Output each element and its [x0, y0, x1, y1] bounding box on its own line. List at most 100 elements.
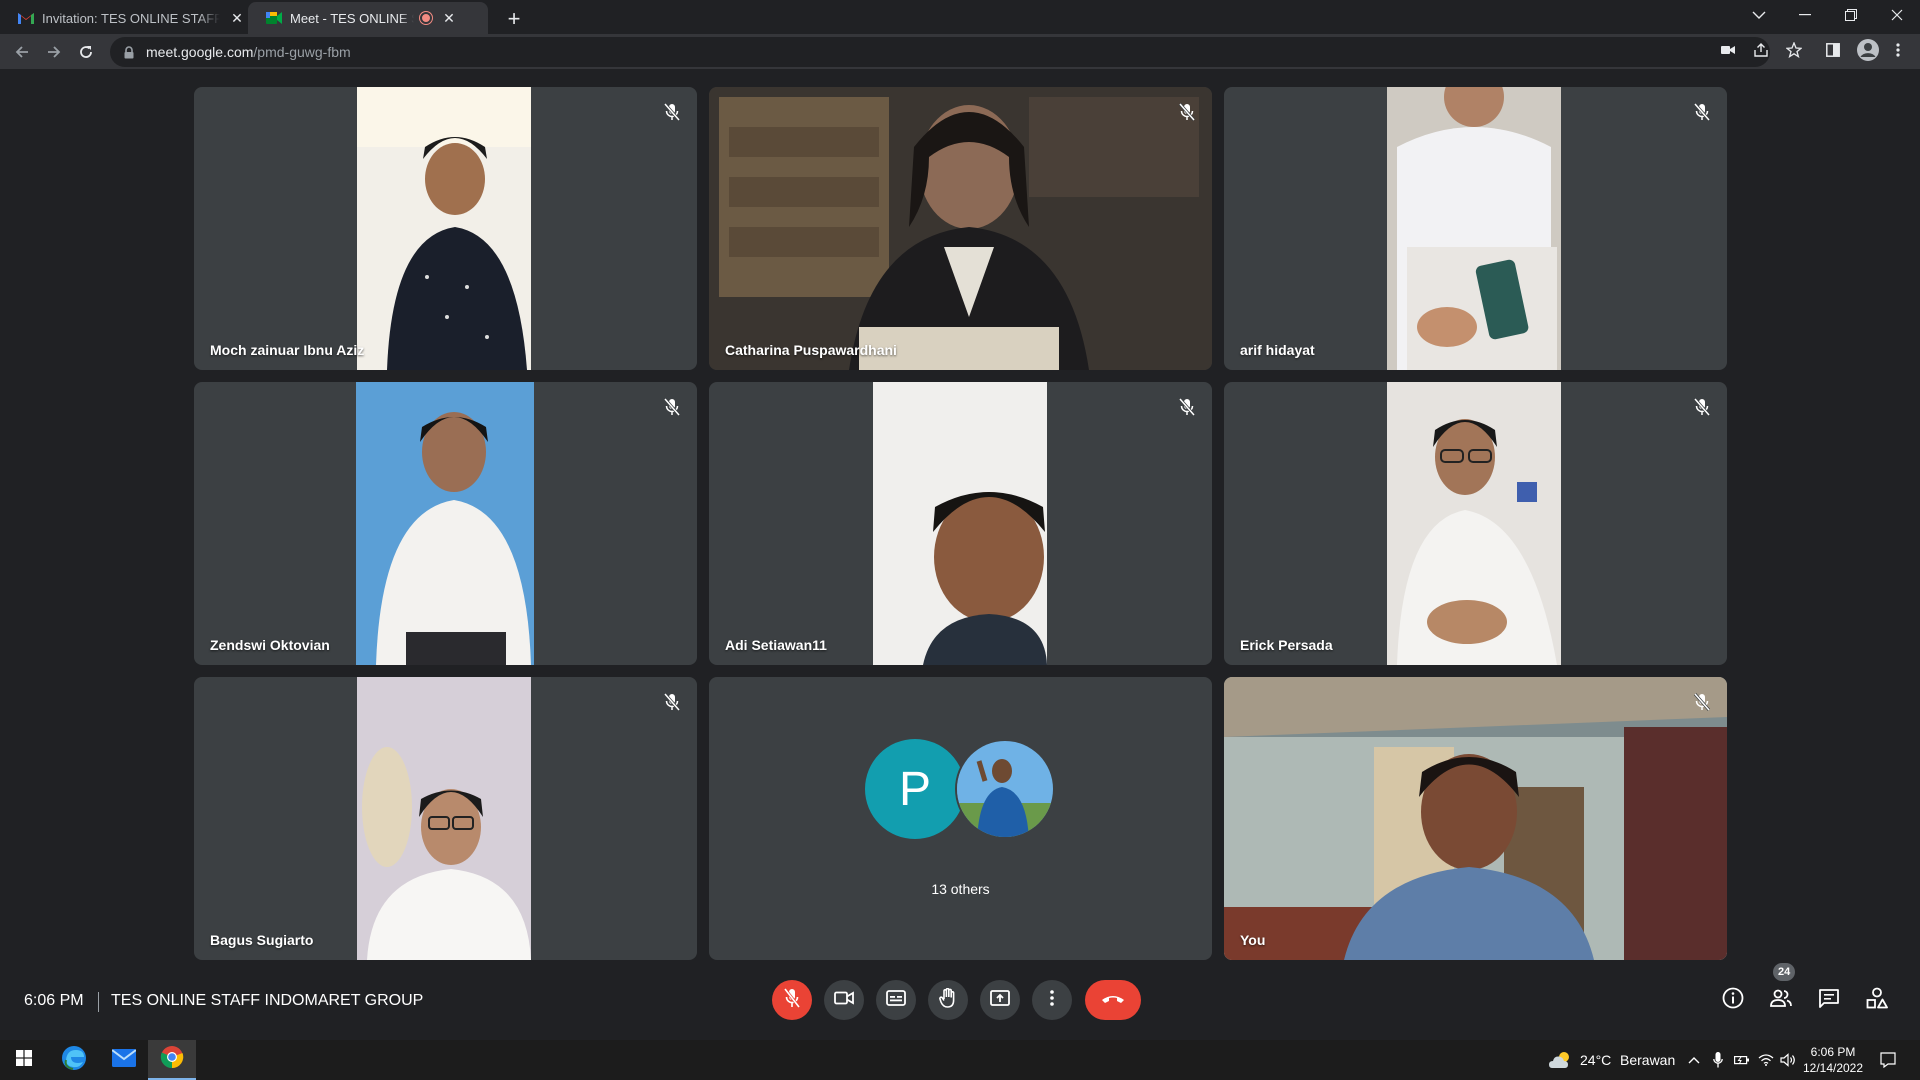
mic-off-icon [661, 396, 683, 418]
call-end-icon [1101, 991, 1125, 1009]
participant-name: Moch zainuar Ibnu Aziz [210, 342, 365, 358]
google-meet-icon [266, 10, 282, 26]
battery-charging-icon[interactable] [1732, 1050, 1752, 1070]
present-screen-button[interactable] [980, 980, 1020, 1020]
close-window-icon[interactable] [1874, 0, 1920, 30]
chevron-up-icon[interactable] [1684, 1050, 1704, 1070]
participant-tile[interactable]: Adi Setiawan11 [709, 382, 1212, 665]
participant-name: You [1240, 932, 1266, 948]
forward-icon[interactable] [40, 38, 68, 66]
participant-name: Zendswi Oktovian [210, 637, 330, 653]
close-icon[interactable]: ✕ [228, 9, 246, 27]
meeting-clock: 6:06 PM [24, 992, 84, 1009]
toggle-camera-button[interactable] [824, 980, 864, 1020]
mail-icon [111, 1048, 137, 1072]
hand-icon [939, 987, 957, 1013]
participant-video [357, 87, 531, 370]
people-button[interactable] [1765, 984, 1797, 1016]
url-host: meet.google.com [146, 44, 254, 60]
participant-video [1387, 87, 1561, 370]
chrome-icon [160, 1045, 184, 1074]
activities-button[interactable] [1861, 984, 1893, 1016]
share-icon[interactable] [1751, 40, 1771, 60]
camera-in-use-icon[interactable] [1718, 40, 1738, 60]
others-count: 13 others [931, 881, 990, 897]
side-panel-icon[interactable] [1823, 40, 1843, 60]
more-options-button[interactable] [1032, 980, 1072, 1020]
windows-taskbar: 24°C Berawan 6:06 PM 12/14/2022 [0, 1040, 1920, 1080]
close-icon[interactable]: ✕ [440, 9, 458, 27]
captions-button[interactable] [876, 980, 916, 1020]
toggle-microphone-button[interactable] [772, 980, 812, 1020]
participant-tile[interactable]: arif hidayat [1224, 87, 1727, 370]
reload-icon[interactable] [72, 38, 100, 66]
mic-off-icon [1176, 396, 1198, 418]
present-to-all-icon [990, 989, 1010, 1011]
taskbar-time: 6:06 PM [1810, 1045, 1856, 1059]
raise-hand-button[interactable] [928, 980, 968, 1020]
new-tab-button[interactable]: + [500, 5, 528, 33]
videocam-icon [834, 990, 854, 1010]
tab-search-icon[interactable] [1736, 0, 1782, 30]
participant-name: Adi Setiawan11 [725, 637, 827, 653]
mic-off-icon [1691, 396, 1713, 418]
address-bar[interactable]: meet.google.com/pmd-guwg-fbm [110, 37, 1770, 67]
participant-name: Bagus Sugiarto [210, 932, 314, 948]
shapes-icon [1866, 987, 1888, 1014]
participant-tile[interactable]: Erick Persada [1224, 382, 1727, 665]
tab-title: Invitation: TES ONLINE STAFF INDOMARET G… [42, 10, 220, 26]
tab-google-meet[interactable]: Meet - TES ONLINE STAFF INDOMARET GROUP … [248, 2, 488, 34]
participant-video [709, 87, 1212, 370]
weather-temperature[interactable]: 24°C [1580, 1052, 1611, 1068]
weather-description[interactable]: Berawan [1620, 1052, 1675, 1068]
meeting-details-button[interactable] [1717, 984, 1749, 1016]
mic-off-icon [1691, 691, 1713, 713]
profile-avatar[interactable] [1856, 38, 1880, 62]
participant-video [1387, 382, 1561, 665]
volume-icon[interactable] [1778, 1050, 1798, 1070]
back-icon[interactable] [8, 38, 36, 66]
info-icon [1722, 987, 1744, 1014]
self-video [1224, 677, 1727, 960]
mic-off-icon [1691, 101, 1713, 123]
taskbar-mail[interactable] [100, 1040, 148, 1080]
participant-name: Catharina Puspawardhani [725, 342, 897, 358]
lock-icon[interactable] [122, 45, 136, 59]
participant-tile[interactable]: Catharina Puspawardhani [709, 87, 1212, 370]
participant-video [356, 382, 534, 665]
participant-name: arif hidayat [1240, 342, 1315, 358]
start-button[interactable] [0, 1040, 48, 1080]
participant-tile[interactable]: Zendswi Oktovian [194, 382, 697, 665]
mic-off-icon [783, 987, 801, 1013]
tab-gmail-invitation[interactable]: Invitation: TES ONLINE STAFF INDOMARET G… [0, 2, 256, 34]
taskbar-edge[interactable] [50, 1040, 98, 1080]
tab-title: Meet - TES ONLINE STAFF INDOMARET GROUP [290, 10, 414, 26]
minimize-icon[interactable] [1782, 0, 1828, 30]
others-tile[interactable]: P 13 others [709, 677, 1212, 960]
chat-button[interactable] [1813, 984, 1845, 1016]
restore-icon[interactable] [1828, 0, 1874, 30]
more-vert-icon [1050, 989, 1054, 1011]
participant-tile[interactable]: Bagus Sugiarto [194, 677, 697, 960]
self-tile[interactable]: You [1224, 677, 1727, 960]
mic-off-icon [1176, 101, 1198, 123]
bookmark-star-icon[interactable] [1784, 40, 1804, 60]
participant-name: Erick Persada [1240, 637, 1333, 653]
participant-tile[interactable]: Moch zainuar Ibnu Aziz [194, 87, 697, 370]
wifi-icon[interactable] [1756, 1050, 1776, 1070]
taskbar-date: 12/14/2022 [1802, 1061, 1864, 1075]
divider [98, 992, 99, 1012]
browser-tab-strip: Invitation: TES ONLINE STAFF INDOMARET G… [0, 0, 1920, 34]
leave-call-button[interactable] [1085, 980, 1141, 1020]
cloudy-weather-icon[interactable] [1548, 1048, 1574, 1072]
microphone-icon[interactable] [1708, 1050, 1728, 1070]
avatar: P [865, 739, 965, 839]
avatar-letter: P [898, 762, 931, 816]
taskbar-clock[interactable]: 6:06 PM 12/14/2022 [1800, 1044, 1866, 1076]
more-vert-icon[interactable] [1888, 40, 1908, 60]
recording-icon [420, 12, 432, 24]
gmail-icon [18, 10, 34, 26]
mic-off-icon [661, 101, 683, 123]
taskbar-chrome[interactable] [148, 1040, 196, 1080]
notification-center-icon[interactable] [1876, 1050, 1900, 1070]
